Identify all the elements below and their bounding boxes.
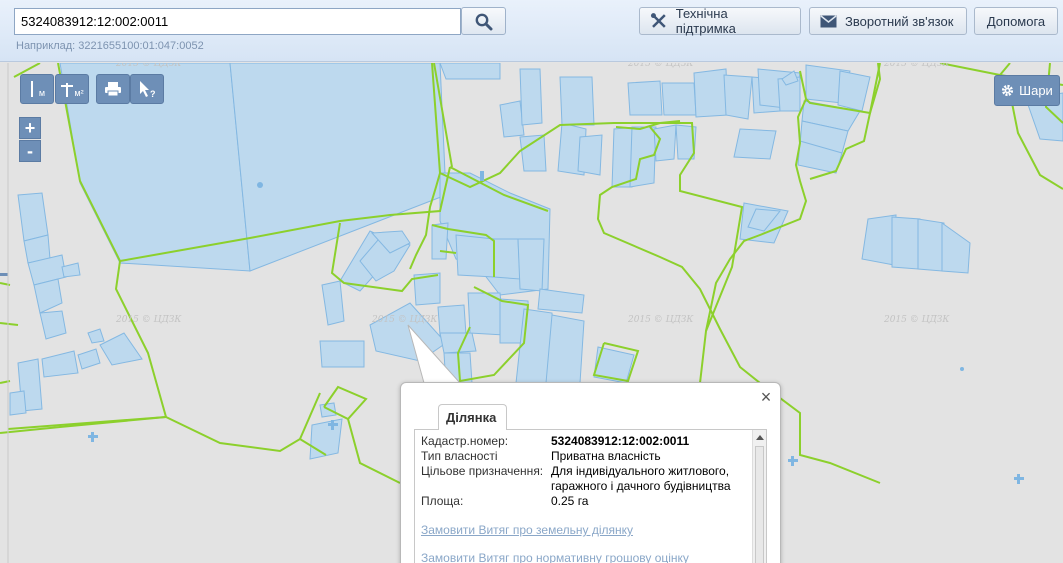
- measure-distance-button[interactable]: м: [20, 74, 54, 104]
- layers-button[interactable]: Шари: [994, 75, 1060, 106]
- search-example-hint: Наприклад: 3221655100:01:047:0052: [16, 40, 204, 52]
- scrollbar-thumb[interactable]: [755, 446, 764, 563]
- identify-button[interactable]: ?: [130, 74, 164, 104]
- tools-icon: [650, 13, 666, 28]
- zoom-in-button[interactable]: +: [19, 117, 41, 139]
- popup-scrollbar[interactable]: [752, 430, 766, 563]
- gear-icon: [1002, 84, 1014, 97]
- info-label: Кадастр.номер:: [421, 434, 509, 448]
- order-parcel-extract-link[interactable]: Замовити Витяг про земельну ділянку: [421, 523, 633, 537]
- top-bar: Наприклад: 3221655100:01:047:0052 Техніч…: [0, 0, 1063, 62]
- info-label: Площа:: [421, 494, 464, 508]
- envelope-icon: [820, 14, 837, 27]
- map-watermark: 2015 © ЦДЗК: [628, 315, 694, 325]
- parcel-info-popup: × Ділянка Кадастр.номер: 5324083912:12:0…: [400, 382, 781, 563]
- info-value: 5324083912:12:002:0011: [551, 434, 690, 448]
- layers-label: Шари: [1019, 83, 1053, 98]
- map-watermark: 2015 © ЦДЗК: [884, 63, 950, 69]
- feedback-label: Зворотний зв'язок: [845, 13, 954, 29]
- print-button[interactable]: [96, 74, 130, 104]
- map-watermark: 2015 © ЦДЗК: [628, 63, 694, 69]
- parcel-info-panel: Кадастр.номер: 5324083912:12:002:0011 Ти…: [414, 429, 767, 563]
- tab-parcel[interactable]: Ділянка: [438, 404, 507, 430]
- search-icon: [475, 13, 493, 31]
- cadastral-map[interactable]: 2015 © ЦДЗК 2015 © ЦДЗК 2015 © ЦДЗК 2015…: [0, 63, 1063, 563]
- zoom-out-button[interactable]: -: [19, 140, 41, 162]
- info-value: Для індивідуального житлового, гаражного…: [551, 464, 731, 493]
- feedback-button[interactable]: Зворотний зв'язок: [809, 7, 967, 35]
- order-valuation-extract-link[interactable]: Замовити Витяг про нормативну грошову оц…: [421, 551, 689, 563]
- info-label: Цільове призначення:: [421, 464, 544, 478]
- cursor-question-icon: ?: [140, 81, 156, 98]
- scroll-up-icon: [756, 435, 764, 440]
- map-watermark: 2015 © ЦДЗК: [116, 63, 182, 69]
- printer-icon: [105, 82, 121, 97]
- help-label: Допомога: [986, 13, 1046, 29]
- measure-area-button[interactable]: м²: [55, 74, 89, 104]
- info-value: 0.25 га: [551, 494, 589, 508]
- search-button[interactable]: [461, 7, 506, 35]
- ruler-area-icon: [61, 83, 74, 97]
- technical-support-button[interactable]: Технічна підтримка: [639, 6, 801, 36]
- info-value: Приватна власність: [551, 449, 661, 463]
- ruler-line-icon: [30, 81, 33, 97]
- info-label: Тип власності: [421, 449, 498, 463]
- map-watermark: 2015 © ЦДЗК: [116, 315, 182, 325]
- help-button[interactable]: Допомога: [974, 7, 1058, 35]
- technical-support-label: Технічна підтримка: [675, 6, 736, 36]
- cadastral-search-input[interactable]: [14, 8, 461, 35]
- close-button[interactable]: ×: [758, 387, 774, 408]
- measure-distance-unit: м: [38, 88, 46, 98]
- map-watermark: 2015 © ЦДЗК: [884, 315, 950, 325]
- svg-text:?: ?: [150, 89, 156, 98]
- map-watermark: 2015 © ЦДЗК: [372, 315, 438, 325]
- measure-area-unit: м²: [74, 88, 84, 98]
